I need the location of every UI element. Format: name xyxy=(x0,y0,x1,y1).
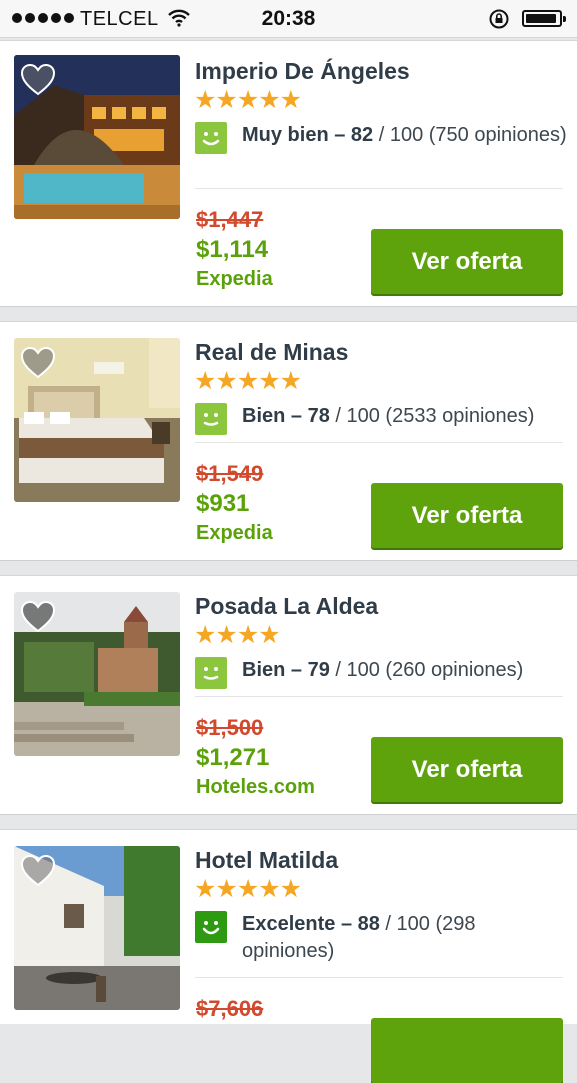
hotel-name[interactable]: Real de Minas xyxy=(195,339,348,366)
review-label: Muy bien – 82 xyxy=(242,124,374,146)
star-rating: ★★★★★ xyxy=(194,86,302,114)
hotel-name[interactable]: Posada La Aldea xyxy=(195,593,378,620)
booking-provider: Hoteles.com xyxy=(196,776,315,798)
review-score: Muy bien – 82 / 100 (750 opiniones) xyxy=(242,122,567,149)
favorite-heart-icon[interactable] xyxy=(20,600,56,634)
favorite-heart-icon[interactable] xyxy=(20,346,56,380)
hotel-card[interactable]: Hotel Matilda ★★★★★ Excelente – 88 / 100… xyxy=(0,829,577,1083)
divider xyxy=(195,696,563,697)
hotel-name[interactable]: Imperio De Ángeles xyxy=(195,58,410,85)
review-score: Bien – 78 / 100 (2533 opiniones) xyxy=(242,403,567,430)
hotel-card[interactable]: Posada La Aldea ★★★★ Bien – 79 / 100 (26… xyxy=(0,575,577,815)
view-offer-button[interactable]: Ver oferta xyxy=(371,483,563,548)
view-offer-button[interactable]: Ver oferta xyxy=(371,737,563,802)
smiley-rating-icon xyxy=(195,122,227,154)
booking-provider: Expedia xyxy=(196,522,273,544)
original-price: $1,549 xyxy=(196,461,264,486)
divider xyxy=(195,188,563,189)
hotel-card[interactable]: Imperio De Ángeles ★★★★★ Muy bien – 82 /… xyxy=(0,40,577,307)
hotel-photo[interactable] xyxy=(14,592,180,756)
smiley-rating-icon xyxy=(195,403,227,435)
hotel-photo[interactable] xyxy=(14,55,180,219)
hotel-photo[interactable] xyxy=(14,846,180,1010)
review-label: Bien – 78 xyxy=(242,405,330,427)
review-count: / 100 (750 opiniones) xyxy=(373,124,567,146)
favorite-heart-icon[interactable] xyxy=(20,854,56,888)
review-score: Excelente – 88 / 100 (298 opiniones) xyxy=(242,911,567,965)
review-count: / 100 (260 opiniones) xyxy=(329,659,524,681)
deal-price: $931 xyxy=(196,490,250,517)
favorite-heart-icon[interactable] xyxy=(20,63,56,97)
star-rating: ★★★★★ xyxy=(194,875,302,903)
battery-icon xyxy=(522,10,566,27)
status-bar: TELCEL 20:38 xyxy=(0,0,577,38)
deal-price: $1,114 xyxy=(196,236,269,263)
view-offer-button[interactable] xyxy=(371,1018,563,1083)
booking-provider: Expedia xyxy=(196,268,273,290)
review-score: Bien – 79 / 100 (260 opiniones) xyxy=(242,657,567,684)
review-label: Excelente – 88 xyxy=(242,913,380,935)
star-rating: ★★★★ xyxy=(194,621,281,649)
original-price: $1,500 xyxy=(196,715,264,740)
view-offer-button[interactable]: Ver oferta xyxy=(371,229,563,294)
smiley-rating-icon xyxy=(195,657,227,689)
hotel-photo[interactable] xyxy=(14,338,180,502)
star-rating: ★★★★★ xyxy=(194,367,302,395)
review-count: / 100 (2533 opiniones) xyxy=(329,405,535,427)
original-price: $1,447 xyxy=(196,207,264,232)
original-price: $7,606 xyxy=(196,996,264,1021)
divider xyxy=(195,442,563,443)
hotel-name[interactable]: Hotel Matilda xyxy=(195,847,338,874)
review-label: Bien – 79 xyxy=(242,659,330,681)
smiley-rating-icon xyxy=(195,911,227,943)
rotation-lock-icon xyxy=(489,9,509,29)
divider xyxy=(195,977,563,978)
deal-price: $1,271 xyxy=(196,744,270,771)
hotel-card[interactable]: Real de Minas ★★★★★ Bien – 78 / 100 (253… xyxy=(0,321,577,561)
